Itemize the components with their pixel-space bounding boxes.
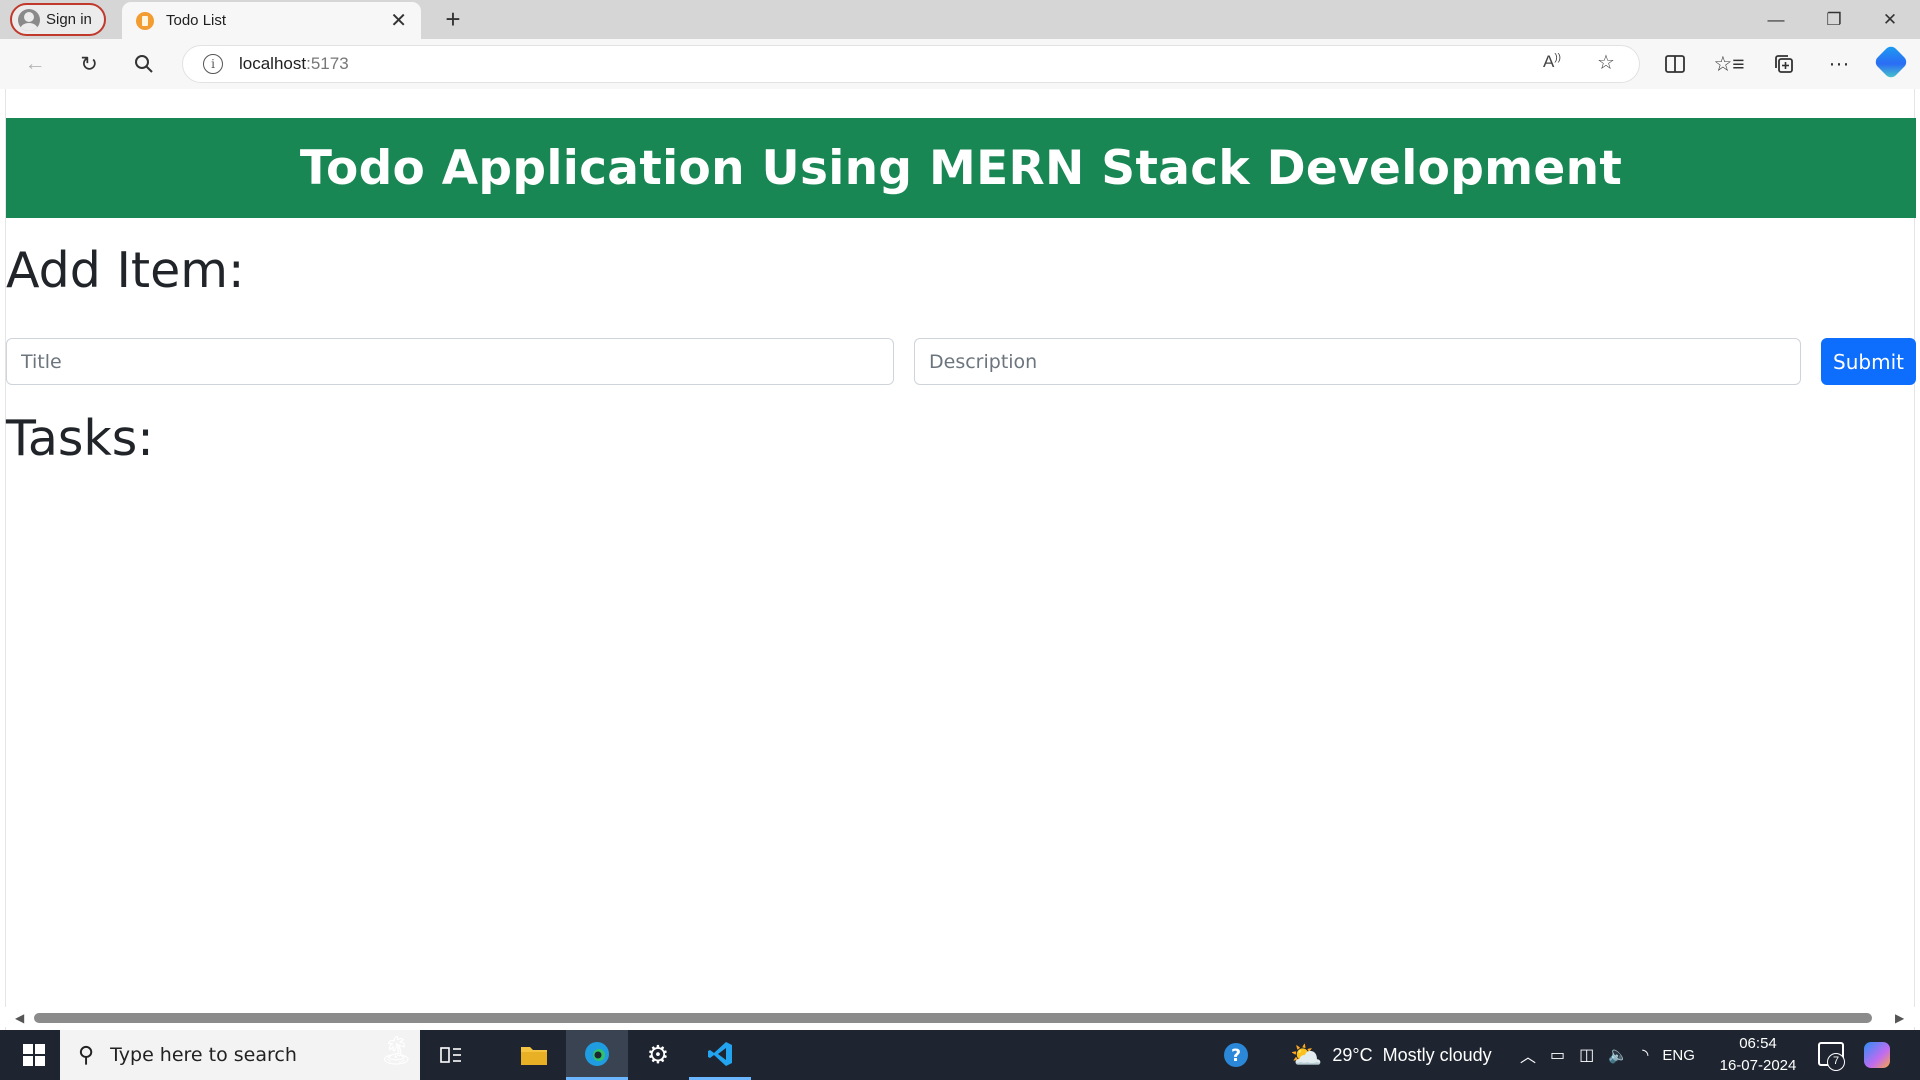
restore-button[interactable]: ❐ [1806,0,1862,39]
app-header: Todo Application Using MERN Stack Develo… [6,118,1916,218]
taskbar-search[interactable]: ⚲ Type here to search 🏝 [60,1030,420,1080]
sign-in-button[interactable]: Sign in [10,3,106,36]
tab-title: Todo List [166,12,227,29]
scroll-left-icon[interactable]: ◀ [15,1011,24,1025]
task-list [6,479,1916,999]
page-viewport: Todo Application Using MERN Stack Develo… [5,89,1916,1030]
chevron-up-icon[interactable]: ︿ [1520,1043,1536,1067]
taskbar-clock[interactable]: 06:54 16-07-2024 [1715,1033,1801,1077]
windows-logo-icon [23,1044,33,1054]
address-bar[interactable]: i localhost:5173 A)) ☆ [182,45,1640,83]
hammock-illustration-icon: 🏝 [378,1035,414,1066]
url-port: :5173 [306,54,349,73]
help-icon[interactable]: ? [1222,1030,1250,1080]
close-window-button[interactable]: ✕ [1862,0,1918,39]
system-tray: ︿ ▭ ◫ 🔈 ◝ ENG [1520,1030,1695,1080]
title-input[interactable] [6,338,894,385]
tab-favicon-icon [136,11,154,30]
task-view-icon[interactable] [420,1030,482,1080]
submit-button[interactable]: Submit [1821,338,1916,385]
profile-avatar-icon [18,8,40,31]
taskbar-search-text: Type here to search [110,1044,297,1066]
url-host: localhost [239,54,307,73]
more-icon[interactable]: ··· [1822,47,1856,81]
language-indicator[interactable]: ENG [1662,1047,1695,1064]
add-item-heading: Add Item: [6,242,245,299]
horizontal-scrollbar[interactable]: ◀ ▶ [5,1007,1915,1027]
favorites-icon[interactable]: ☆≡ [1712,47,1746,81]
refresh-icon[interactable]: ↻ [72,47,106,81]
wifi-icon[interactable]: ◝ [1642,1045,1648,1065]
scrollbar-thumb[interactable] [34,1013,1872,1023]
sign-in-label: Sign in [46,11,92,28]
back-icon[interactable]: ← [18,47,52,81]
description-input[interactable] [914,338,1801,385]
settings-gear-icon[interactable]: ⚙ [627,1030,689,1080]
search-icon[interactable] [127,47,161,81]
volume-icon[interactable]: 🔈 [1608,1045,1628,1065]
browser-titlebar: Sign in Todo List ✕ + — ❐ ✕ [0,0,1920,39]
new-tab-button[interactable]: + [436,2,470,36]
edge-browser-icon[interactable] [566,1030,628,1080]
scroll-right-icon[interactable]: ▶ [1895,1011,1904,1025]
weather-condition: Mostly cloudy [1382,1044,1492,1065]
search-icon: ⚲ [78,1042,95,1067]
minimize-button[interactable]: — [1748,0,1804,39]
vscode-icon[interactable] [689,1030,751,1080]
site-info-icon[interactable]: i [203,54,223,74]
file-explorer-icon[interactable] [503,1030,565,1080]
notification-count-badge: 7 [1827,1053,1845,1071]
read-aloud-icon[interactable]: A)) [1543,52,1561,72]
battery-icon[interactable]: ▭ [1550,1045,1565,1065]
copilot-taskbar-icon[interactable] [1864,1030,1890,1080]
tab-close-icon[interactable]: ✕ [390,8,407,33]
clock-date: 16-07-2024 [1719,1057,1797,1074]
collections-icon[interactable] [1767,47,1801,81]
split-screen-icon[interactable] [1658,47,1692,81]
copilot-icon[interactable] [1872,43,1910,81]
browser-tab-todo-list[interactable]: Todo List ✕ [122,2,421,39]
clock-time: 06:54 [1739,1035,1777,1052]
security-icon[interactable]: ◫ [1579,1045,1594,1065]
cloudy-weather-icon: ⛅ [1290,1039,1323,1070]
start-button[interactable] [10,1030,58,1080]
app-title: Todo Application Using MERN Stack Develo… [299,140,1623,196]
tasks-heading: Tasks: [6,410,154,467]
favorite-star-icon[interactable]: ☆ [1597,50,1615,75]
svg-text:?: ? [1231,1046,1241,1066]
weather-widget[interactable]: ⛅ 29°C Mostly cloudy [1290,1030,1492,1080]
weather-temperature: 29°C [1332,1044,1373,1065]
browser-toolbar: ← ↻ i localhost:5173 A)) ☆ ☆≡ ··· [0,39,1920,89]
windows-taskbar: ⚲ Type here to search 🏝 ⚙ ? ⛅ 29°C Mostl… [0,1030,1920,1080]
